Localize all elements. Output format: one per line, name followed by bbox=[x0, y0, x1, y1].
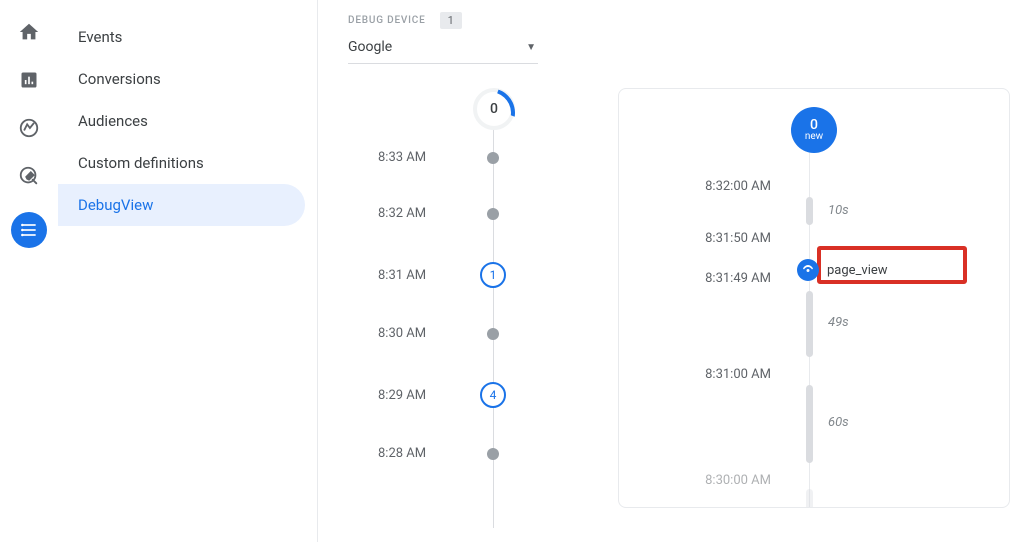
sidebar-item-custom-definitions[interactable]: Custom definitions bbox=[58, 142, 305, 184]
timeline-time: 8:33 AM bbox=[378, 150, 468, 165]
explore-icon[interactable] bbox=[17, 116, 41, 140]
duration-label: 49s bbox=[828, 315, 849, 330]
minute-timeline: 0 8:33 AM 8:32 AM 8:31 AM 1 8:30 AM 8:29 … bbox=[378, 88, 558, 508]
timeline-dot[interactable] bbox=[487, 328, 499, 340]
event-icon bbox=[797, 259, 819, 281]
duration-label: 60s bbox=[828, 415, 849, 430]
timeline-time: 8:32 AM bbox=[378, 206, 468, 221]
timeline-dot[interactable] bbox=[487, 448, 499, 460]
sidebar-item-audiences[interactable]: Audiences bbox=[58, 100, 305, 142]
reports-icon[interactable] bbox=[17, 68, 41, 92]
gap-segment bbox=[806, 489, 813, 508]
new-events-badge: 0 new bbox=[791, 107, 837, 153]
sidebar-nav: Events Conversions Audiences Custom defi… bbox=[58, 0, 318, 542]
event-page-view[interactable]: page_view bbox=[793, 255, 916, 285]
main-content: DEBUG DEVICE 1 Google ▼ 0 8:33 AM 8:32 A… bbox=[318, 0, 1024, 542]
detail-time: 8:31:49 AM bbox=[643, 271, 785, 286]
icon-rail bbox=[0, 0, 58, 542]
seconds-panel: 0 new 8:32:00 AM 10s 8:31:50 AM 8:31:49 … bbox=[618, 88, 1010, 508]
configure-icon[interactable] bbox=[11, 212, 47, 248]
detail-time: 8:31:00 AM bbox=[643, 367, 785, 382]
advertising-icon[interactable] bbox=[17, 164, 41, 188]
device-select[interactable]: Google ▼ bbox=[348, 35, 538, 64]
gap-segment bbox=[806, 385, 813, 463]
timeline-dot[interactable] bbox=[487, 152, 499, 164]
timeline-dot-count[interactable]: 4 bbox=[480, 382, 506, 408]
detail-time: 8:32:00 AM bbox=[643, 179, 785, 194]
live-counter: 0 bbox=[473, 88, 515, 130]
timeline-time: 8:29 AM bbox=[378, 388, 468, 403]
sidebar-item-events[interactable]: Events bbox=[58, 16, 305, 58]
caret-down-icon: ▼ bbox=[526, 42, 536, 53]
gap-segment bbox=[806, 291, 813, 357]
debug-device-label: DEBUG DEVICE bbox=[348, 15, 426, 26]
duration-label: 10s bbox=[828, 203, 849, 218]
sidebar-item-debugview[interactable]: DebugView bbox=[58, 184, 305, 226]
timeline-time: 8:31 AM bbox=[378, 268, 468, 283]
debug-device-count: 1 bbox=[440, 12, 462, 29]
device-select-value: Google bbox=[348, 39, 392, 55]
home-icon[interactable] bbox=[17, 20, 41, 44]
timeline-dot-count[interactable]: 1 bbox=[480, 262, 506, 288]
detail-time: 8:30:00 AM bbox=[643, 473, 785, 488]
event-name: page_view bbox=[827, 263, 888, 278]
sidebar-item-conversions[interactable]: Conversions bbox=[58, 58, 305, 100]
detail-time: 8:31:50 AM bbox=[643, 231, 785, 246]
timeline-dot[interactable] bbox=[487, 208, 499, 220]
timeline-time: 8:28 AM bbox=[378, 446, 468, 461]
gap-segment bbox=[806, 197, 813, 225]
timeline-time: 8:30 AM bbox=[378, 326, 468, 341]
